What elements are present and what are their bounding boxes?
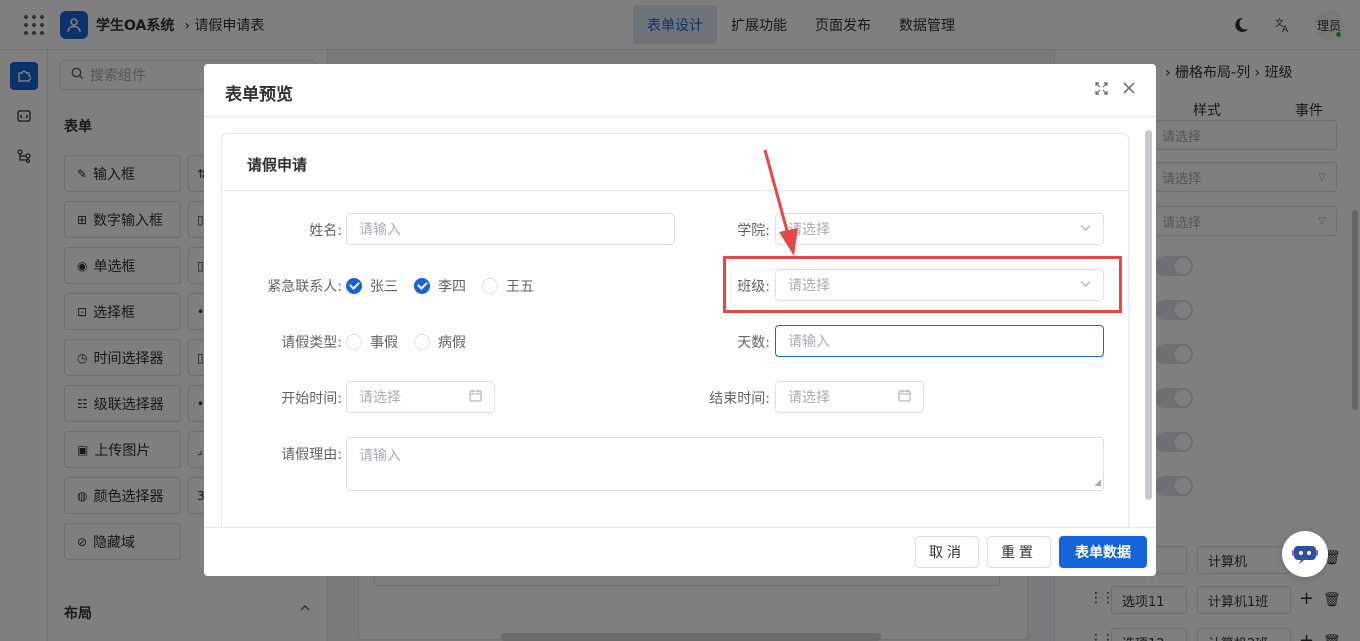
- annotation-arrow-icon: [763, 149, 798, 256]
